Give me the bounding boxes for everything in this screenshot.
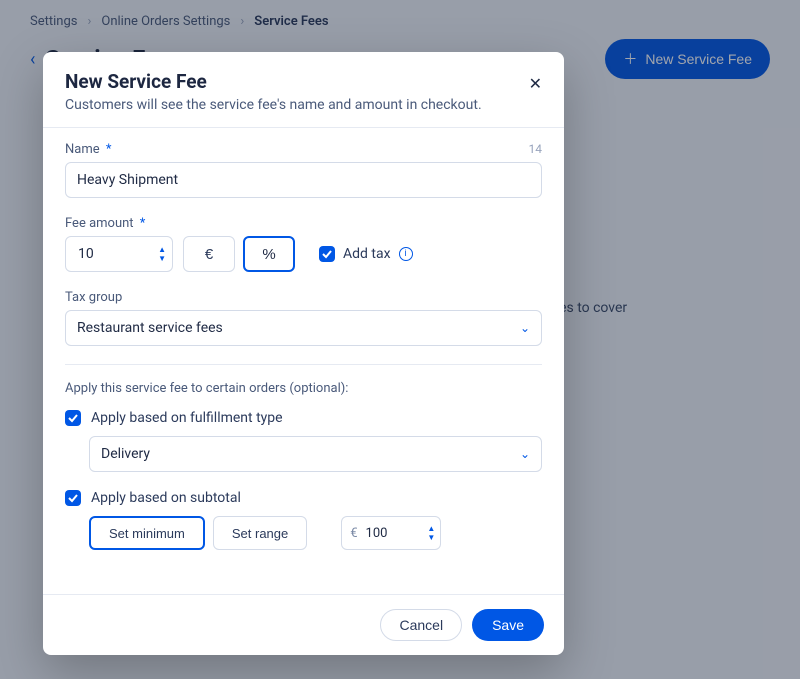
tax-group-label: Tax group: [65, 290, 122, 305]
tax-group-select[interactable]: Restaurant service fees: [65, 310, 542, 346]
add-tax-label: Add tax: [343, 246, 391, 262]
fulfillment-select[interactable]: Delivery: [89, 436, 542, 472]
quantity-stepper[interactable]: ▲ ▼: [158, 241, 166, 267]
check-icon: [68, 413, 78, 423]
fulfillment-checkbox[interactable]: [65, 410, 81, 426]
check-icon: [68, 493, 78, 503]
name-input[interactable]: [65, 162, 542, 198]
subtotal-checkbox-label: Apply based on subtotal: [91, 490, 241, 506]
tax-group-field: Tax group Restaurant service fees ⌄: [65, 290, 542, 346]
name-char-counter: 14: [529, 142, 543, 156]
save-button[interactable]: Save: [472, 609, 544, 641]
required-asterisk: *: [106, 142, 112, 157]
add-tax-checkbox[interactable]: [319, 246, 335, 262]
chevron-up-icon[interactable]: ▲: [158, 245, 166, 254]
fulfillment-type-field: Apply based on fulfillment type Delivery…: [65, 410, 542, 472]
close-button[interactable]: ✕: [525, 70, 546, 98]
set-minimum-button[interactable]: Set minimum: [89, 516, 205, 550]
modal-body: Name * 14 Fee amount * ▲ ▼: [43, 128, 564, 594]
minimum-amount-wrap: € ▲ ▼: [341, 516, 441, 550]
apply-section-label: Apply this service fee to certain orders…: [65, 381, 542, 396]
close-icon: ✕: [529, 76, 542, 93]
modal-header: New Service Fee Customers will see the s…: [43, 52, 564, 128]
chevron-up-icon[interactable]: ▲: [427, 524, 435, 533]
modal-subtitle: Customers will see the service fee's nam…: [65, 97, 542, 113]
chevron-down-icon[interactable]: ▼: [158, 254, 166, 263]
info-icon[interactable]: i: [399, 247, 413, 261]
cancel-button[interactable]: Cancel: [380, 609, 462, 641]
minimum-amount-input[interactable]: [364, 525, 419, 542]
fee-unit-segment: € %: [183, 236, 295, 272]
currency-segment-button[interactable]: €: [183, 236, 235, 272]
modal-title: New Service Fee: [65, 70, 542, 93]
chevron-down-icon[interactable]: ▼: [427, 533, 435, 542]
divider: [65, 364, 542, 365]
set-range-button[interactable]: Set range: [213, 516, 307, 550]
currency-symbol: €: [350, 526, 357, 541]
fee-amount-number-wrap: ▲ ▼: [65, 236, 173, 272]
new-service-fee-modal: New Service Fee Customers will see the s…: [43, 52, 564, 655]
subtotal-checkbox[interactable]: [65, 490, 81, 506]
check-icon: [322, 249, 332, 259]
subtotal-field: Apply based on subtotal Set minimum Set …: [65, 490, 542, 550]
quantity-stepper[interactable]: ▲ ▼: [427, 521, 435, 545]
fee-amount-label: Fee amount: [65, 216, 134, 231]
fulfillment-checkbox-label: Apply based on fulfillment type: [91, 410, 283, 426]
name-label: Name: [65, 142, 100, 157]
subtotal-mode-segment: Set minimum Set range: [89, 516, 307, 550]
name-field: Name * 14: [65, 142, 542, 198]
percent-segment-button[interactable]: %: [243, 236, 295, 272]
required-asterisk: *: [140, 216, 146, 231]
fee-amount-field: Fee amount * ▲ ▼ € %: [65, 216, 542, 272]
fee-amount-input[interactable]: [76, 245, 150, 263]
modal-footer: Cancel Save: [43, 594, 564, 655]
